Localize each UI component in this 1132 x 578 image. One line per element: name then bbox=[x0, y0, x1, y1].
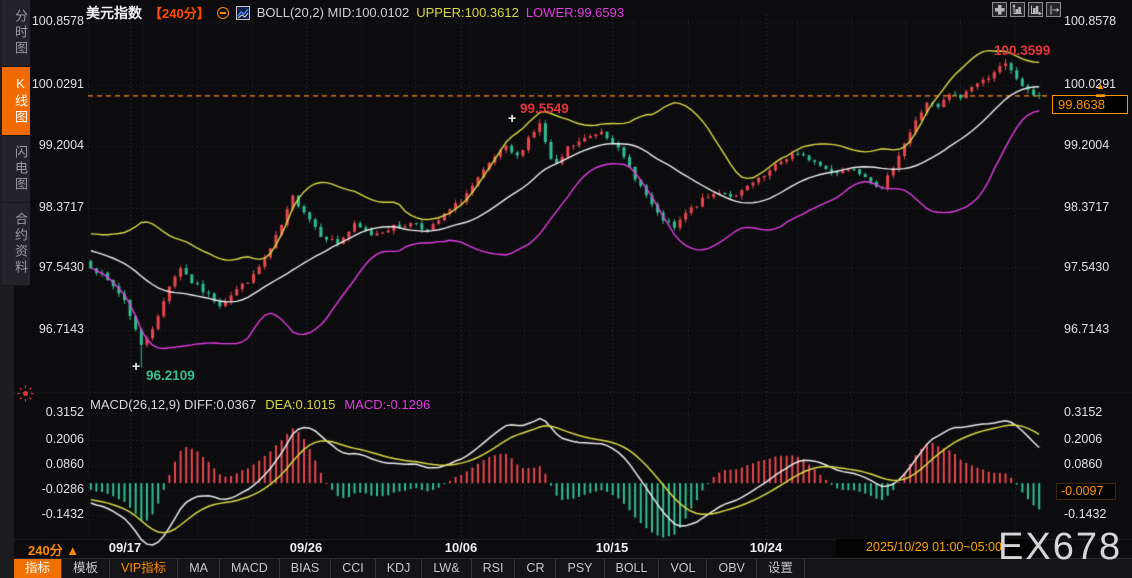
time-axis: 240分 ▲ 2025/10/29 01:00~05:00 09/17 09/26… bbox=[14, 539, 1132, 558]
peak-price-annotation: 99.5549 bbox=[520, 101, 569, 116]
boll-indicator-label: BOLL(20,2) MID:100.0102 bbox=[256, 5, 410, 20]
price-tick-left-2: 99.2004 bbox=[38, 138, 84, 152]
macd-tick-left-3: -0.0286 bbox=[41, 482, 84, 496]
macd-current-value-tag: -0.0097 bbox=[1056, 483, 1116, 500]
toolbar-item-BIAS[interactable]: BIAS bbox=[280, 559, 332, 578]
chart-toolbar-icons bbox=[992, 2, 1061, 17]
collapse-indicator-icon[interactable] bbox=[216, 6, 229, 19]
chart-header: 美元指数 【240分】 BOLL(20,2) MID:100.0102 UPPE… bbox=[86, 3, 625, 22]
period-label[interactable]: 【240分】 bbox=[149, 3, 210, 22]
macd-header: MACD(26,12,9) DIFF:0.0367 DEA:0.1015 MAC… bbox=[90, 397, 430, 412]
price-up-arrow-icon: ▲ ▬ bbox=[1096, 81, 1105, 99]
macd-tick-right-2: 0.0860 bbox=[1064, 457, 1103, 471]
alert-burst-icon[interactable] bbox=[17, 385, 34, 402]
macd-tick-left-1: 0.2006 bbox=[45, 432, 84, 446]
sidebar-tab-0[interactable]: 分时图 bbox=[2, 0, 30, 67]
toolbar-item-LW&[interactable]: LW& bbox=[422, 559, 472, 578]
date-label-0: 09/17 bbox=[108, 540, 142, 555]
toolbar-item-CCI[interactable]: CCI bbox=[331, 559, 376, 578]
toolbar-item-BOLL[interactable]: BOLL bbox=[605, 559, 660, 578]
price-tick-left-1: 100.0291 bbox=[31, 77, 84, 91]
boll-lower-value: LOWER:99.6593 bbox=[525, 5, 625, 20]
pan-right-icon[interactable] bbox=[1046, 2, 1061, 17]
crosshair-icon[interactable] bbox=[992, 2, 1007, 17]
period-tag[interactable]: 240分 ▲ bbox=[28, 540, 79, 559]
macd-title: MACD(26,12,9) DIFF:0.0367 bbox=[90, 397, 257, 412]
toolbar-item-指标[interactable]: 指标 bbox=[14, 559, 63, 578]
price-tick-right-5: 96.7143 bbox=[1064, 322, 1110, 336]
date-label-3: 10/15 bbox=[595, 540, 629, 555]
toolbar-item-CR[interactable]: CR bbox=[515, 559, 557, 578]
indicator-toolbar: 指标 模板 VIP指标 MA MACD BIAS CCI KDJ LW& RSI CR PSY BOLL… bbox=[14, 558, 1132, 578]
symbol-name: 美元指数 bbox=[86, 4, 142, 21]
chart-canvas[interactable] bbox=[0, 0, 1132, 578]
toolbar-item-设置[interactable]: 设置 bbox=[757, 559, 805, 578]
toolbar-item-MA[interactable]: MA bbox=[178, 559, 220, 578]
macd-tick-right-4: -0.1432 bbox=[1064, 507, 1107, 521]
macd-tick-right-1: 0.2006 bbox=[1064, 432, 1103, 446]
price-tick-right-4: 97.5430 bbox=[1064, 260, 1110, 274]
toolbar-item-MACD[interactable]: MACD bbox=[220, 559, 280, 578]
current-price-tag[interactable]: 99.8638 bbox=[1052, 95, 1128, 114]
date-label-2: 10/06 bbox=[444, 540, 478, 555]
price-tick-left-0: 100.8578 bbox=[31, 14, 84, 28]
macd-tick-right-0: 0.3152 bbox=[1064, 405, 1103, 419]
toolbar-item-VIP指标[interactable]: VIP指标 bbox=[110, 559, 179, 578]
boll-upper-value: UPPER:100.3612 bbox=[416, 5, 519, 20]
scale-left-icon[interactable] bbox=[1010, 2, 1025, 17]
price-tick-left-5: 96.7143 bbox=[38, 322, 84, 336]
toolbar-item-PSY[interactable]: PSY bbox=[556, 559, 605, 578]
macd-tick-left-2: 0.0860 bbox=[45, 457, 84, 471]
toolbar-item-模板[interactable]: 模板 bbox=[62, 559, 111, 578]
low-price-annotation: 96.2109 bbox=[146, 368, 195, 383]
toolbar-item-VOL[interactable]: VOL bbox=[659, 559, 708, 578]
price-tick-right-2: 99.2004 bbox=[1064, 138, 1110, 152]
date-label-4: 10/24 bbox=[749, 540, 783, 555]
chart-style-icon[interactable] bbox=[235, 5, 250, 20]
price-tick-right-0: 100.8578 bbox=[1064, 14, 1117, 28]
macd-tick-left-0: 0.3152 bbox=[45, 405, 84, 419]
toolbar-item-OBV[interactable]: OBV bbox=[707, 559, 757, 578]
date-label-1: 09/26 bbox=[289, 540, 323, 555]
price-tick-right-3: 98.3717 bbox=[1064, 200, 1110, 214]
peak-cross-marker: + bbox=[508, 110, 517, 126]
macd-dea-value: DEA:0.1015 bbox=[265, 397, 336, 412]
high-price-annotation: 100.3599 bbox=[994, 43, 1051, 58]
toolbar-item-RSI[interactable]: RSI bbox=[472, 559, 516, 578]
toolbar-item-KDJ[interactable]: KDJ bbox=[376, 559, 423, 578]
macd-macd-value: MACD:-0.1296 bbox=[344, 397, 431, 412]
price-tick-left-4: 97.5430 bbox=[38, 260, 84, 274]
low-cross-marker: + bbox=[132, 358, 141, 374]
macd-tick-left-4: -0.1432 bbox=[41, 507, 84, 521]
chart-window: 分时图 K线图 闪电图 合约资料 美元指数 【240分】 BOLL(20,2) MID… bbox=[0, 0, 1132, 578]
scale-right-icon[interactable] bbox=[1028, 2, 1043, 17]
brand-watermark: EX678 bbox=[998, 526, 1123, 568]
price-tick-left-3: 98.3717 bbox=[38, 200, 84, 214]
